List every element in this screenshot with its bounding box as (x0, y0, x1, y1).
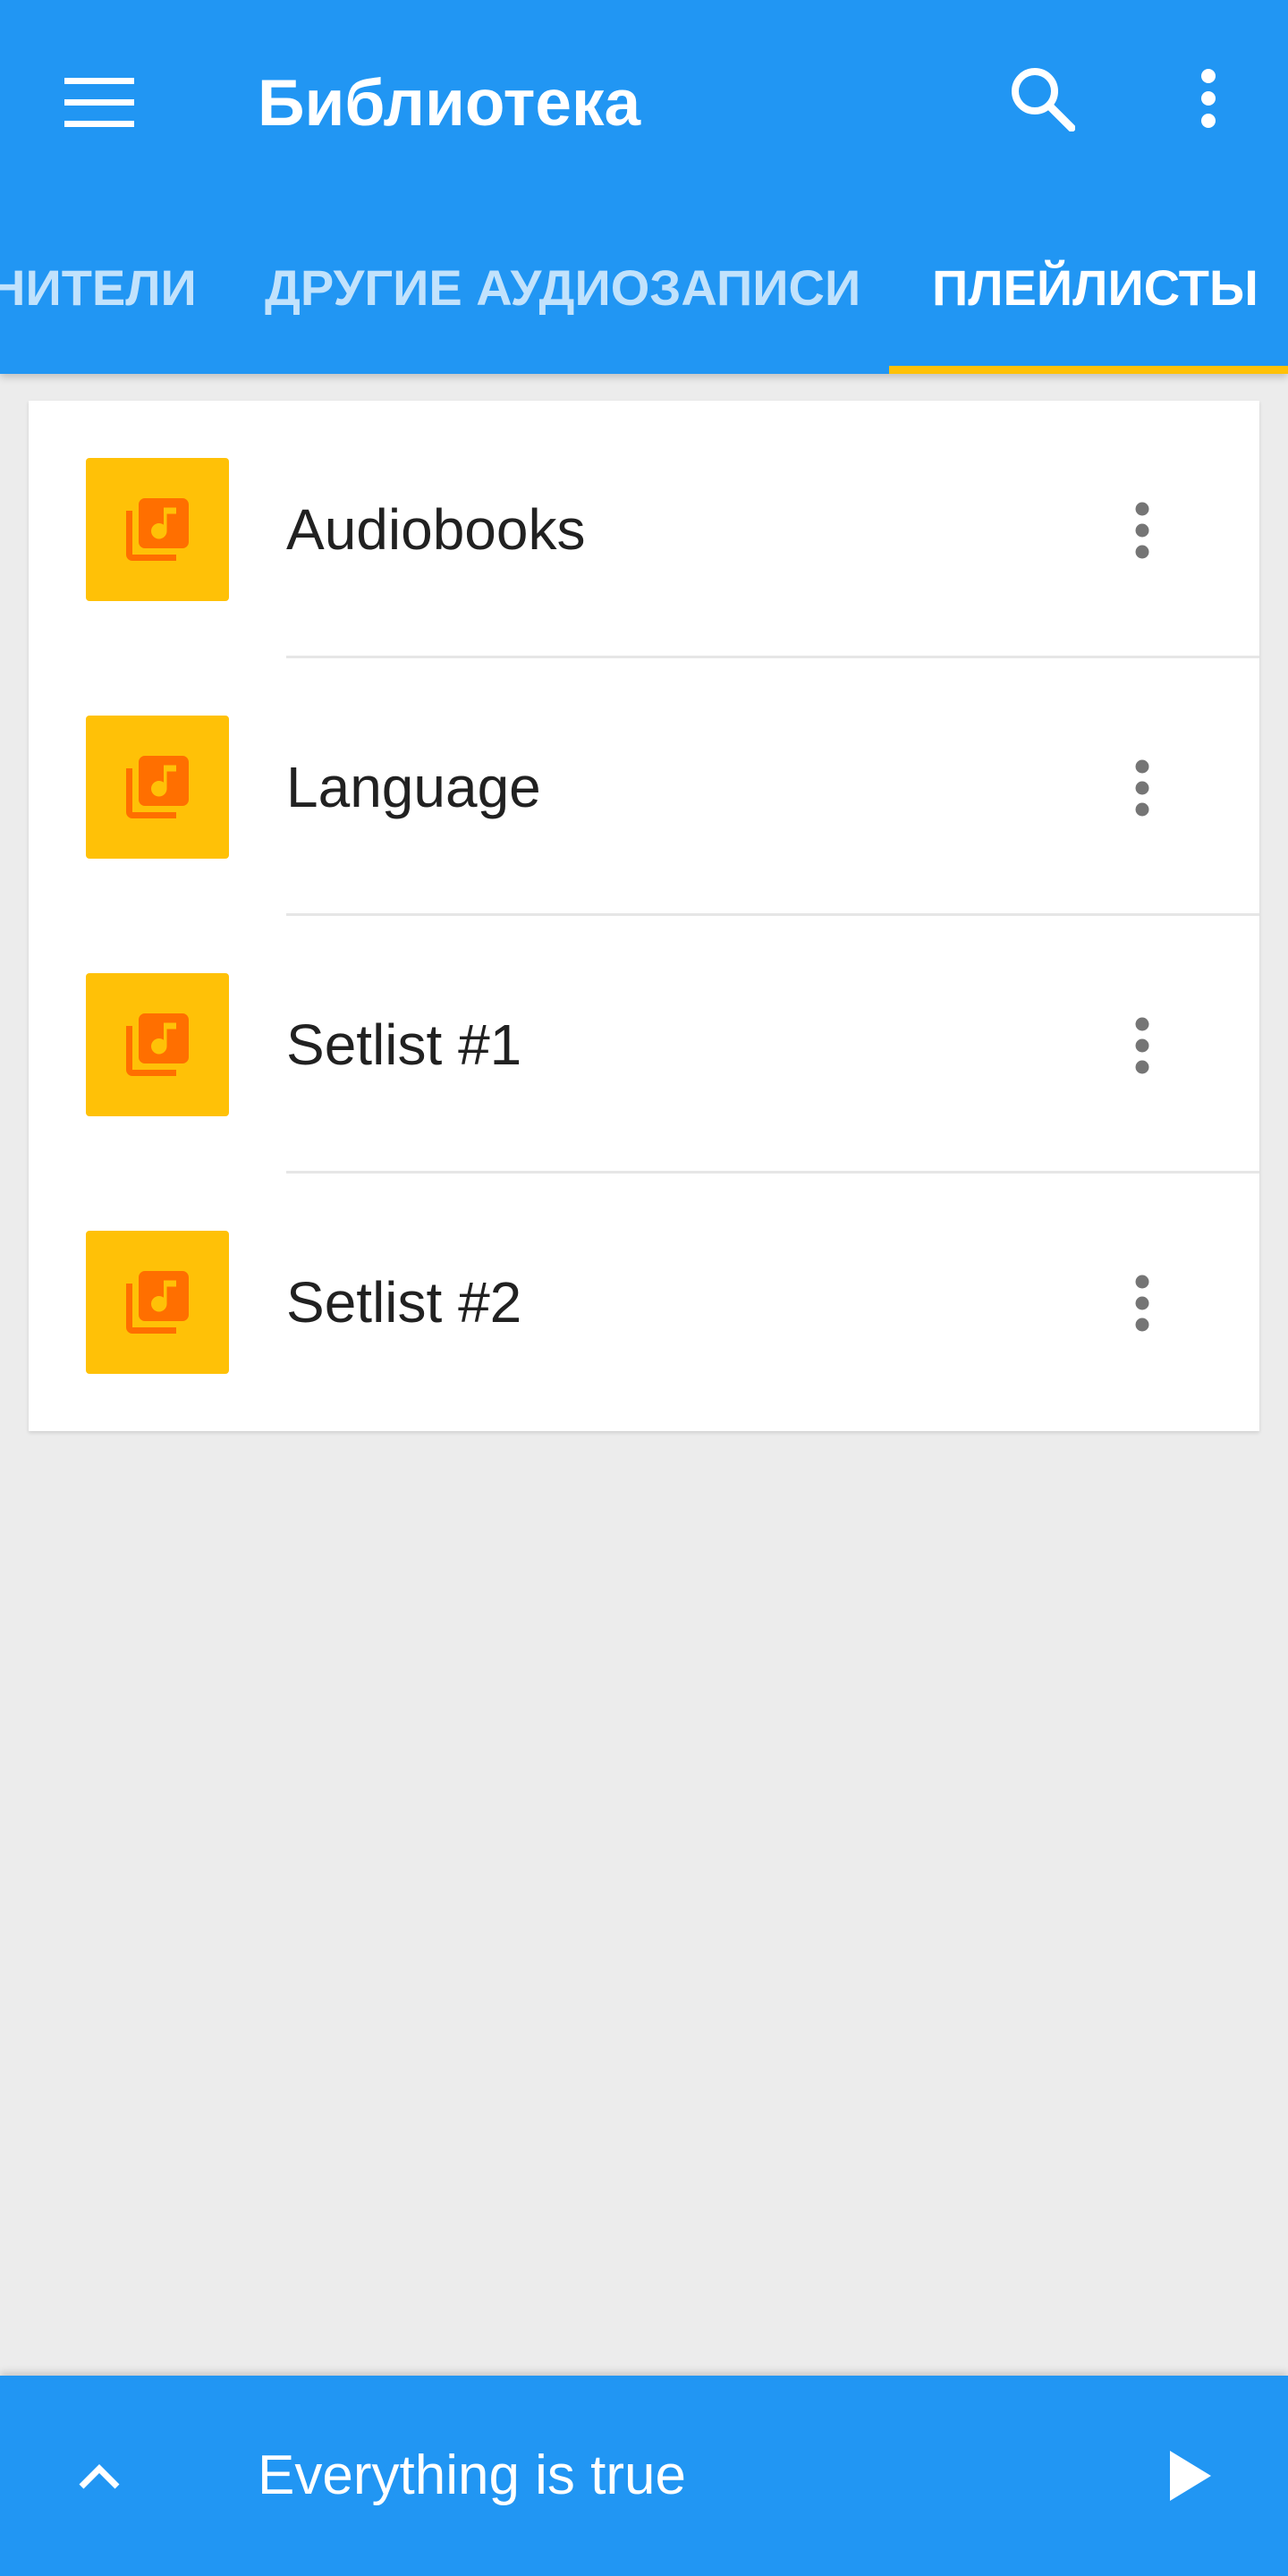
play-icon (1170, 2451, 1211, 2501)
playlist-item-setlist-2[interactable]: Setlist #2 (29, 1174, 1259, 1431)
playlist-item-setlist-1[interactable]: Setlist #1 (29, 916, 1259, 1174)
search-button[interactable] (993, 49, 1091, 148)
now-playing-title: Everything is true (258, 2445, 686, 2506)
play-button[interactable] (1141, 2427, 1240, 2525)
playlist-name: Setlist #1 (286, 1013, 522, 1077)
more-vertical-icon (1135, 1275, 1149, 1332)
overflow-menu-button[interactable] (1159, 49, 1258, 148)
playlist-thumbnail (86, 716, 229, 859)
playlist-name: Language (286, 755, 541, 819)
more-vertical-icon (1135, 1017, 1149, 1074)
search-icon (1012, 68, 1075, 131)
toolbar: Библиотека (0, 0, 1288, 206)
expand-player-button[interactable] (50, 2427, 148, 2525)
playlist-thumbnail (86, 1231, 229, 1374)
playlist-more-button[interactable] (1093, 1254, 1191, 1352)
playlist-name: Audiobooks (286, 497, 586, 562)
playlist-music-icon (126, 756, 189, 818)
playlist-thumbnail (86, 973, 229, 1116)
playlist-thumbnail (86, 458, 229, 601)
playlist-item-language[interactable]: Language (29, 658, 1259, 916)
more-vertical-icon (1201, 69, 1216, 128)
playlist-name: Setlist #2 (286, 1270, 522, 1335)
playlist-more-button[interactable] (1093, 481, 1191, 580)
more-vertical-icon (1135, 759, 1149, 817)
playlist-music-icon (126, 1271, 189, 1334)
tab-playlists[interactable]: ПЛЕЙЛИСТЫ (932, 206, 1258, 374)
tab-bar: НИТЕЛИ ДРУГИЕ АУДИОЗАПИСИ ПЛЕЙЛИСТЫ (0, 206, 1288, 374)
mini-player[interactable]: Everything is true (0, 2376, 1288, 2576)
selected-tab-indicator (889, 366, 1288, 374)
menu-button[interactable] (45, 54, 154, 152)
chevron-up-icon (79, 2464, 120, 2489)
playlist-list: Audiobooks Language Setlist #1 Setlist #… (29, 401, 1259, 1431)
playlist-music-icon (126, 498, 189, 561)
hamburger-menu-icon (64, 78, 134, 127)
tab-other-audio[interactable]: ДРУГИЕ АУДИОЗАПИСИ (265, 206, 860, 374)
playlist-more-button[interactable] (1093, 996, 1191, 1095)
playlist-more-button[interactable] (1093, 739, 1191, 837)
playlist-item-audiobooks[interactable]: Audiobooks (29, 401, 1259, 658)
playlist-music-icon (126, 1013, 189, 1076)
more-vertical-icon (1135, 502, 1149, 559)
page-title: Библиотека (258, 67, 641, 140)
tab-artists[interactable]: НИТЕЛИ (0, 206, 197, 374)
app-bar: Библиотека НИТЕЛИ ДРУГИЕ АУДИОЗАПИСИ ПЛЕ… (0, 0, 1288, 374)
